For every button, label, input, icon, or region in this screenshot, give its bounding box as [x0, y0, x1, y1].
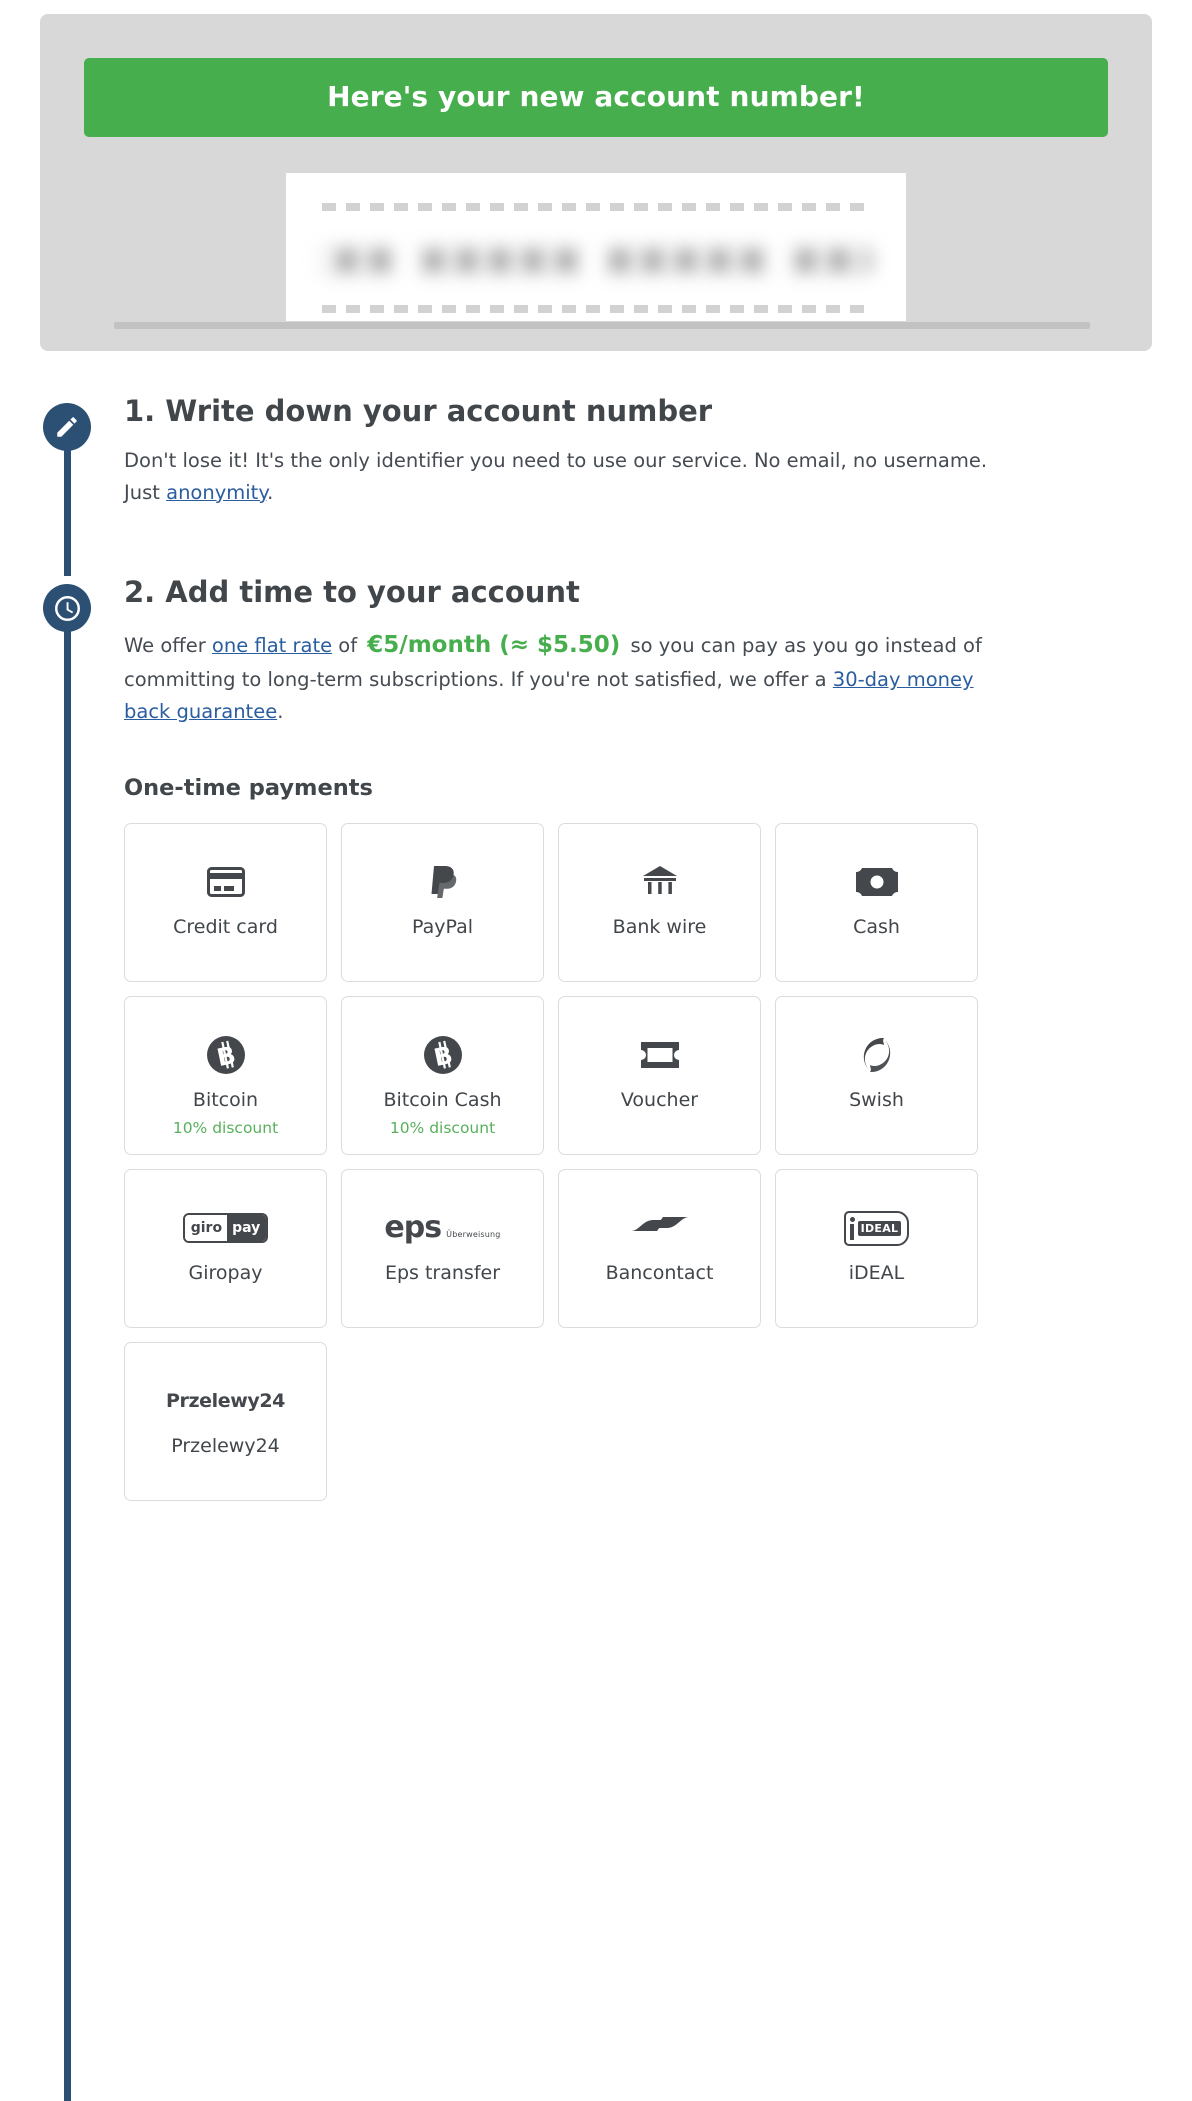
- timeline-rail-2: [64, 604, 71, 2101]
- payment-option-bitcoin-cash[interactable]: B Bitcoin Cash 10% discount: [341, 996, 544, 1156]
- ideal-logo: IDEAL: [843, 1206, 910, 1250]
- eps-logo-sub: Überweisung: [446, 1230, 501, 1240]
- page-root: Here's your new account number! xx xxx xx…: [0, 14, 1192, 2101]
- step-1: 1. Write down your account number Don't …: [0, 393, 1192, 577]
- payment-label: Swish: [849, 1089, 904, 1112]
- payment-label: Bitcoin: [192, 1089, 259, 1112]
- step-2-body: We offer one flat rate of €5/month (≈ $5…: [124, 627, 994, 727]
- bitcoin-icon: B: [206, 1033, 246, 1077]
- voucher-icon: [639, 1033, 681, 1077]
- eps-logo: eps Überweisung: [384, 1206, 500, 1250]
- giropay-logo: giro pay: [182, 1206, 269, 1250]
- payment-option-eps-transfer[interactable]: eps Überweisung Eps transfer: [341, 1169, 544, 1329]
- payment-option-giropay[interactable]: giro pay Giropay: [124, 1169, 327, 1329]
- payment-option-voucher[interactable]: Voucher: [558, 996, 761, 1156]
- steps-timeline: 1. Write down your account number Don't …: [0, 393, 1192, 2101]
- payment-option-przelewy24[interactable]: Przelewy24 Przelewy24: [124, 1342, 327, 1502]
- one-flat-rate-link[interactable]: one flat rate: [212, 634, 332, 657]
- ideal-logo-bar: [850, 1223, 855, 1240]
- payment-label: Przelewy24: [171, 1435, 280, 1458]
- ticket-dash-bottom: [322, 304, 870, 313]
- discount-badge: 10% discount: [389, 1119, 496, 1138]
- account-number-panel: Here's your new account number! xx xxx xx…: [40, 14, 1152, 351]
- ticket-dash-top: [322, 202, 870, 211]
- payment-label: Credit card: [173, 916, 278, 939]
- account-number-blurred[interactable]: xxxxx xxxxx xxxxx xxxxx: [322, 225, 870, 291]
- payment-option-bank-wire[interactable]: Bank wire: [558, 823, 761, 983]
- swish-icon: [857, 1033, 897, 1077]
- step-2-text-4: .: [277, 699, 284, 723]
- account-banner: Here's your new account number!: [84, 58, 1108, 137]
- ideal-logo-dot: [849, 1216, 855, 1222]
- anonymity-link[interactable]: anonymity: [166, 481, 267, 504]
- step-2-text-2: of: [332, 633, 364, 657]
- price-highlight: €5/month (≈ $5.50): [367, 631, 621, 658]
- eps-logo-main: eps: [384, 1210, 442, 1246]
- payment-option-bancontact[interactable]: Bancontact: [558, 1169, 761, 1329]
- bitcoin-cash-icon: B: [423, 1033, 463, 1077]
- ideal-logo-text: IDEAL: [857, 1220, 902, 1236]
- paypal-icon: [428, 860, 458, 904]
- payment-label: Eps transfer: [384, 1262, 501, 1285]
- step-1-title: 1. Write down your account number: [124, 393, 713, 428]
- step-1-body: Don't lose it! It's the only identifier …: [124, 445, 994, 508]
- payment-option-cash[interactable]: Cash: [775, 823, 978, 983]
- payment-label: Cash: [853, 916, 900, 939]
- pencil-icon: [43, 402, 91, 451]
- ticket-shadow: [114, 321, 1090, 329]
- payment-option-ideal[interactable]: IDEAL iDEAL: [775, 1169, 978, 1329]
- step-2: 2. Add time to your account We offer one…: [0, 575, 1192, 2101]
- payment-option-swish[interactable]: Swish: [775, 996, 978, 1156]
- one-time-payments-heading: One-time payments: [124, 775, 373, 802]
- clock-icon: [43, 584, 91, 633]
- discount-badge: 10% discount: [172, 1119, 279, 1138]
- payment-label: Bank wire: [612, 916, 707, 939]
- account-ticket: xxxxx xxxxx xxxxx xxxxx: [286, 172, 920, 321]
- account-ticket-wrap: xxxxx xxxxx xxxxx xxxxx: [84, 172, 1108, 329]
- step-2-text-1: We offer: [124, 633, 212, 657]
- payment-label: iDEAL: [848, 1262, 905, 1285]
- przelewy24-logo: Przelewy24: [166, 1379, 285, 1423]
- step-2-title: 2. Add time to your account: [124, 575, 580, 610]
- payment-methods-grid: Credit card PayPal Bank wire Cash Bitcoi…: [124, 823, 1192, 1502]
- przelewy24-logo-text: Przelewy24: [165, 1390, 286, 1413]
- payment-label: Voucher: [620, 1089, 699, 1112]
- payment-option-bitcoin[interactable]: B Bitcoin 10% discount: [124, 996, 327, 1156]
- banknote-icon: [855, 860, 898, 904]
- payment-option-paypal[interactable]: PayPal: [341, 823, 544, 983]
- bank-icon: [642, 860, 678, 904]
- payment-label: Bitcoin Cash: [383, 1089, 502, 1112]
- giropay-logo-part1: giro: [184, 1215, 228, 1242]
- payment-label: Bancontact: [605, 1262, 714, 1285]
- giropay-logo-part2: pay: [227, 1215, 267, 1242]
- step-1-body-period: .: [267, 480, 274, 504]
- payment-option-credit-card[interactable]: Credit card: [124, 823, 327, 983]
- payment-label: PayPal: [411, 916, 474, 939]
- bancontact-logo: [629, 1206, 691, 1250]
- payment-label: Giropay: [188, 1262, 263, 1285]
- credit-card-icon: [206, 860, 245, 904]
